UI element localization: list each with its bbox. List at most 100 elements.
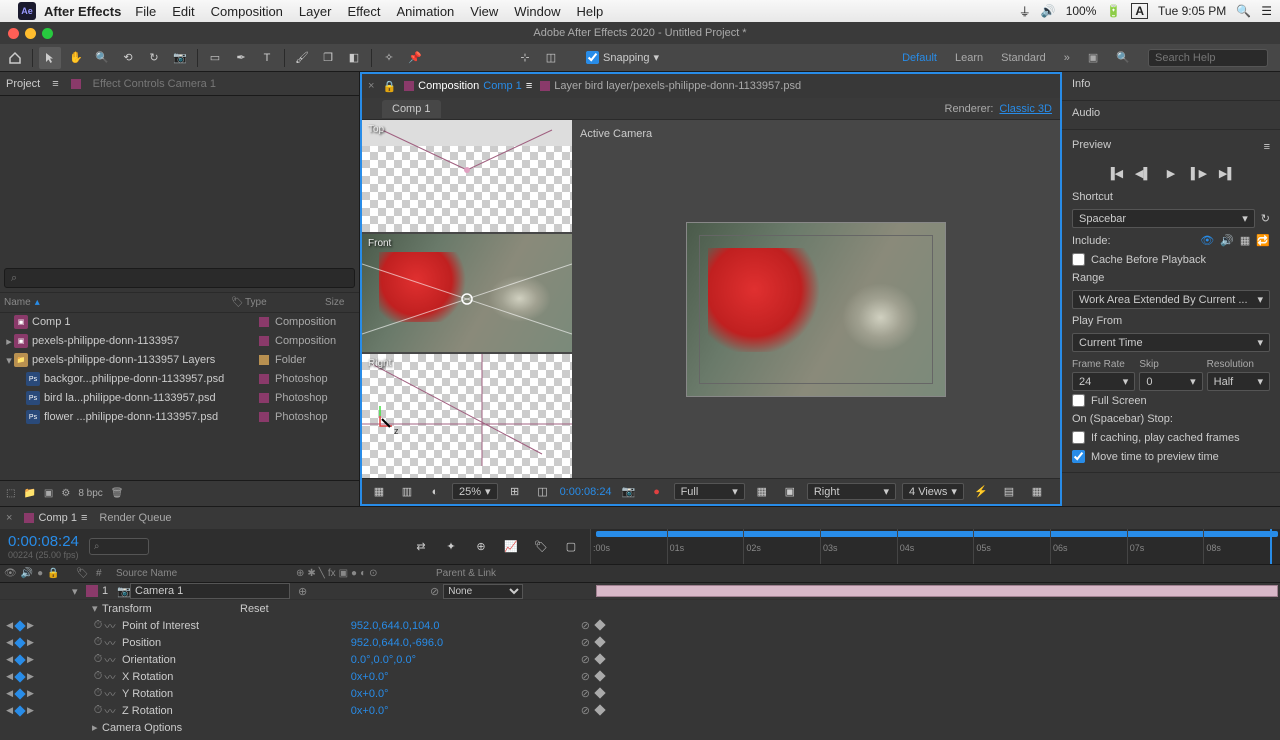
workspace-more-icon[interactable]: »	[1064, 52, 1070, 64]
property-row[interactable]: ◀▶⏱〰Position952.0,644.0,-696.0⊘	[0, 634, 1280, 651]
menu-animation[interactable]: Animation	[396, 4, 454, 19]
property-row[interactable]: ◀▶⏱〰Z Rotation0x+0.0°⊘	[0, 702, 1280, 719]
puppet-tool[interactable]: 📌	[404, 47, 426, 69]
panel-menu-icon[interactable]: ≡	[52, 78, 58, 90]
tl-shy-icon[interactable]: ⇄	[410, 536, 432, 558]
rotation-tool[interactable]: ↻	[143, 47, 165, 69]
timeline-comp-tab[interactable]: Comp 1≡	[24, 512, 87, 524]
shortcut-dropdown[interactable]: Spacebar▾	[1072, 209, 1255, 228]
include-overlay-icon[interactable]: ▦	[1240, 234, 1250, 247]
project-item[interactable]: Psbackgor...philippe-donn-1133957.psdPho…	[0, 370, 359, 389]
comp-viewer-tab[interactable]: Composition Comp 1 ≡	[404, 80, 532, 92]
timeline-timecode[interactable]: 0:00:08:24	[8, 533, 79, 550]
next-frame-button[interactable]: ▌▶	[1190, 164, 1208, 182]
close-icon[interactable]	[8, 28, 19, 39]
text-tool[interactable]: T	[256, 47, 278, 69]
fullscreen-checkbox[interactable]: Full Screen	[1072, 391, 1270, 410]
render-queue-tab[interactable]: Render Queue	[99, 512, 171, 524]
anchor-tool[interactable]: ⊹	[514, 47, 536, 69]
new-comp-icon[interactable]: ▣	[44, 488, 53, 499]
preview-panel-title[interactable]: Preview	[1072, 139, 1111, 151]
parent-dropdown[interactable]: None	[443, 584, 523, 599]
traffic-lights[interactable]	[8, 28, 53, 39]
search-help-input[interactable]	[1148, 49, 1268, 67]
timeline-search[interactable]	[89, 538, 149, 555]
viewport-active-camera[interactable]: Active Camera	[572, 120, 1060, 478]
minimize-icon[interactable]	[25, 28, 36, 39]
snapshot-icon[interactable]: 📷	[618, 481, 640, 503]
keyframe-nav[interactable]: ◀▶	[0, 671, 40, 682]
col-source[interactable]: Source Name	[112, 568, 292, 579]
bpc-label[interactable]: 8 bpc	[78, 488, 102, 499]
viewport-top[interactable]: Top	[362, 120, 572, 232]
3d-view-icon[interactable]: ▣	[779, 481, 801, 503]
skip-dropdown[interactable]: 0▾	[1139, 372, 1202, 391]
property-row[interactable]: ◀▶⏱〰Point of Interest952.0,644.0,104.0⊘	[0, 617, 1280, 634]
keyframe-nav[interactable]: ◀▶	[0, 654, 40, 665]
viewport-front[interactable]: Front	[362, 234, 572, 352]
layer-viewer-tab[interactable]: Layer bird layer/pexels-philippe-donn-11…	[540, 80, 801, 92]
fast-preview-icon[interactable]: ⚡	[970, 481, 992, 503]
preview-res-dropdown[interactable]: Half▾	[1207, 372, 1270, 391]
movetime-checkbox[interactable]: Move time to preview time	[1072, 447, 1270, 466]
keyframe-nav[interactable]: ◀▶	[0, 620, 40, 631]
tl-draft3d-icon[interactable]: 🏷	[530, 536, 552, 558]
audio-panel-title[interactable]: Audio	[1072, 107, 1270, 119]
framerate-dropdown[interactable]: 24▾	[1072, 372, 1135, 391]
menu-file[interactable]: File	[135, 4, 156, 19]
view-layout-dropdown[interactable]: 4 Views▾	[902, 483, 964, 500]
project-item[interactable]: ▣Comp 1Composition	[0, 313, 359, 332]
resolution-dropdown[interactable]: Full▾	[674, 483, 745, 500]
grid-icon[interactable]: ▦	[368, 481, 390, 503]
panel-menu-icon[interactable]: ≡	[1264, 141, 1270, 153]
keyframe-nav[interactable]: ◀▶	[0, 688, 40, 699]
tl-frame-blend-icon[interactable]: ✦	[440, 536, 462, 558]
lock-icon[interactable]: 🔒	[382, 80, 396, 93]
workspace-standard[interactable]: Standard	[1001, 52, 1046, 64]
property-row[interactable]: ◀▶⏱〰X Rotation0x+0.0°⊘	[0, 668, 1280, 685]
volume-icon[interactable]: 🔊	[1041, 4, 1056, 18]
snapping-toggle[interactable]: Snapping ▾	[586, 51, 659, 64]
project-item[interactable]: Psflower ...philippe-donn-1133957.psdPho…	[0, 408, 359, 427]
camera-tool[interactable]: 📷	[169, 47, 191, 69]
new-folder-icon[interactable]: 📁	[23, 488, 35, 499]
property-row[interactable]: ◀▶⏱〰Y Rotation0x+0.0°⊘	[0, 685, 1280, 702]
reset-icon[interactable]: ↻	[1261, 212, 1270, 225]
search-icon[interactable]: 🔍	[1116, 51, 1130, 64]
maximize-icon[interactable]	[42, 28, 53, 39]
last-frame-button[interactable]: ▶▌	[1218, 164, 1236, 182]
playfrom-dropdown[interactable]: Current Time▾	[1072, 333, 1270, 352]
mask-toggle-icon[interactable]: ◐	[424, 481, 446, 503]
zoom-tool[interactable]: 🔍	[91, 47, 113, 69]
info-panel-title[interactable]: Info	[1072, 78, 1270, 90]
project-search-input[interactable]	[4, 268, 355, 288]
project-item[interactable]: Psbird la...philippe-donn-1133957.psdPho…	[0, 389, 359, 408]
property-row[interactable]: ◀▶⏱〰Orientation0.0°,0.0°,0.0°⊘	[0, 651, 1280, 668]
resolution-icon[interactable]: ⊞	[504, 481, 526, 503]
menu-composition[interactable]: Composition	[211, 4, 283, 19]
mask-tool[interactable]: ◫	[540, 47, 562, 69]
loop-icon[interactable]: 🔁	[1256, 234, 1270, 247]
flowchart-icon[interactable]: ▦	[1026, 481, 1048, 503]
notification-icon[interactable]: ☰	[1261, 4, 1272, 18]
first-frame-button[interactable]: ▐◀	[1106, 164, 1124, 182]
zoom-dropdown[interactable]: 25%▾	[452, 483, 498, 500]
trash-icon[interactable]: 🗑	[111, 488, 124, 499]
clone-tool[interactable]: ❐	[317, 47, 339, 69]
transparency-icon[interactable]: ▦	[751, 481, 773, 503]
project-tab[interactable]: Project	[6, 74, 40, 94]
menu-window[interactable]: Window	[514, 4, 560, 19]
close-tab-icon[interactable]: ×	[6, 512, 12, 524]
eraser-tool[interactable]: ◧	[343, 47, 365, 69]
orbit-tool[interactable]: ⟲	[117, 47, 139, 69]
comp-timecode[interactable]: 0:00:08:24	[560, 486, 612, 498]
effect-controls-tab[interactable]: Effect Controls Camera 1	[93, 74, 216, 94]
comp-subtab[interactable]: Comp 1	[382, 100, 441, 118]
menu-effect[interactable]: Effect	[347, 4, 380, 19]
tl-motion-blur-icon[interactable]: ⊕	[470, 536, 492, 558]
spotlight-icon[interactable]: 🔍	[1236, 4, 1251, 18]
prev-frame-button[interactable]: ◀▌	[1134, 164, 1152, 182]
keyframe-nav[interactable]: ◀▶	[0, 705, 40, 716]
selection-tool[interactable]	[39, 47, 61, 69]
col-size[interactable]: Size	[325, 297, 355, 308]
